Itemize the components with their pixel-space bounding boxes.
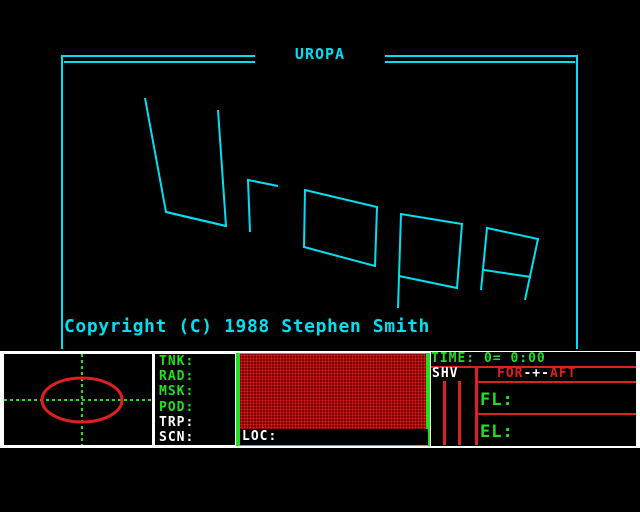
el-label: EL: <box>480 422 514 442</box>
loc-label: LOC: <box>240 429 428 445</box>
shv-bar-2 <box>458 381 461 445</box>
status-trp: TRP: <box>159 414 195 430</box>
radar-display <box>4 354 152 445</box>
for-aft-indicator: FOR-+-AFT <box>497 367 576 381</box>
status-list: TNK: RAD: MSK: POD: TRP: SCN: <box>155 354 235 445</box>
map-display <box>240 354 426 429</box>
status-scn: SCN: <box>159 429 195 445</box>
uropa-wireframe-logo <box>144 97 540 309</box>
loc-markers: . . <box>340 440 395 451</box>
shv-label: SHV <box>432 366 459 381</box>
status-tnk: TNK: <box>159 354 195 369</box>
copyright-text: Copyright (C) 1988 Stephen Smith <box>64 316 430 337</box>
divider-middle <box>478 413 636 415</box>
for-aft-mid: -+- <box>523 366 550 381</box>
status-rad: RAD: <box>159 369 195 385</box>
status-pod: POD: <box>159 399 195 415</box>
for-label: FOR <box>497 366 524 381</box>
aft-label: AFT <box>549 366 577 381</box>
time-value: 0= 0:00 <box>483 351 546 366</box>
shv-bar-3 <box>475 366 478 445</box>
divider-header <box>478 381 636 383</box>
targeting-reticle-icon <box>4 354 152 445</box>
status-msk: MSK: <box>159 384 195 400</box>
shv-bar-1 <box>443 381 446 445</box>
fl-label: FL: <box>480 390 514 410</box>
time-readout: TIME: 0= 0:00 <box>431 352 636 366</box>
time-label: TIME: <box>431 351 476 366</box>
